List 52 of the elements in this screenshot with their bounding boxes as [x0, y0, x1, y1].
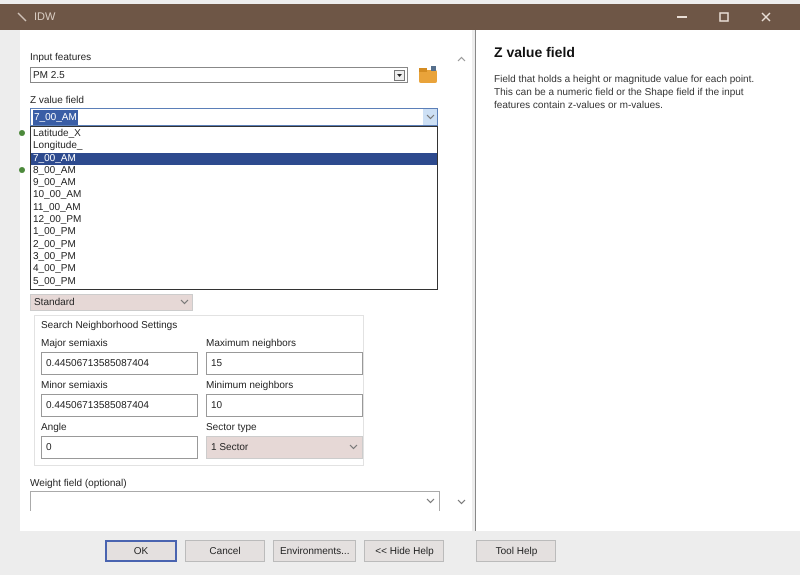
field-label: Maximum neighbors	[206, 336, 298, 351]
dialog-button[interactable]: Environments...	[273, 540, 356, 562]
dropdown-field[interactable]: PM 2.5	[30, 67, 408, 83]
field-label: Minimum neighbors	[206, 378, 294, 393]
close-icon	[761, 12, 771, 22]
group-title: Search Neighborhood Settings	[41, 318, 178, 333]
list-item[interactable]: 9_00_AM	[31, 177, 437, 190]
list-item[interactable]: Longitude_	[31, 140, 437, 153]
scroll-up-icon[interactable]	[456, 56, 466, 62]
chevron-down-icon	[349, 444, 358, 450]
chevron-down-icon	[180, 299, 189, 306]
field-label: Sector type	[206, 420, 258, 435]
dropdown-arrow-button[interactable]	[423, 109, 437, 125]
list-item[interactable]: 2_00_PM	[31, 238, 437, 251]
text-field[interactable]: 15	[206, 352, 363, 375]
list-item[interactable]: 4_00_PM	[31, 263, 437, 276]
list-item[interactable]: 5_00_PM	[31, 276, 437, 288]
maximize-icon	[719, 12, 729, 22]
dialog-button[interactable]: << Hide Help	[364, 540, 444, 562]
list-item[interactable]: 11_00_AM	[31, 202, 437, 214]
text-field[interactable]: 0.44506713585087404	[41, 352, 198, 375]
field-label: Major semiaxis	[41, 336, 109, 351]
minimize-icon	[677, 16, 687, 18]
field-label: Minor semiaxis	[41, 378, 109, 393]
help-text: Field that holds a height or magnitude value for each point. This can be a numeric field or the Shape field if the input features contain z-values or m-values.	[494, 73, 756, 112]
dropdown-field[interactable]: Standard	[30, 294, 193, 311]
dialog-button[interactable]: Tool Help	[476, 540, 556, 562]
window-title: IDW	[34, 10, 56, 25]
list-item[interactable]: 1_00_PM	[31, 226, 437, 239]
field-label: Weight field (optional)	[30, 476, 128, 491]
help-title: Z value field	[494, 43, 576, 62]
chevron-down-icon	[426, 114, 434, 120]
scroll-down-icon	[456, 499, 466, 505]
folder-icon[interactable]	[418, 65, 438, 85]
dropdown-field[interactable]: 7_00_AM	[30, 108, 438, 126]
dialog-button[interactable]: OK	[105, 540, 177, 562]
field-label: Z value field	[30, 94, 85, 108]
dropdown-field[interactable]	[30, 490, 440, 511]
text-field[interactable]: 0.44506713585087404	[41, 394, 198, 417]
list-item[interactable]: 12_00_PM	[31, 214, 437, 226]
list-item[interactable]: Latitude_X	[31, 128, 437, 140]
list-item[interactable]: 3_00_PM	[31, 250, 437, 264]
field-label: Input features	[30, 51, 92, 65]
chevron-down-icon	[426, 498, 435, 504]
list-item[interactable]: 10_00_AM	[31, 189, 437, 202]
list-item[interactable]: 7_00_AM	[31, 152, 437, 165]
dropdown-field[interactable]: 1 Sector	[206, 436, 363, 459]
dialog-button[interactable]: Cancel	[185, 540, 265, 562]
text-field[interactable]: 0	[41, 436, 198, 459]
text-field[interactable]: 10	[206, 394, 363, 417]
field-label: Angle	[41, 420, 68, 435]
list-item[interactable]: 8_00_AM	[31, 164, 437, 178]
